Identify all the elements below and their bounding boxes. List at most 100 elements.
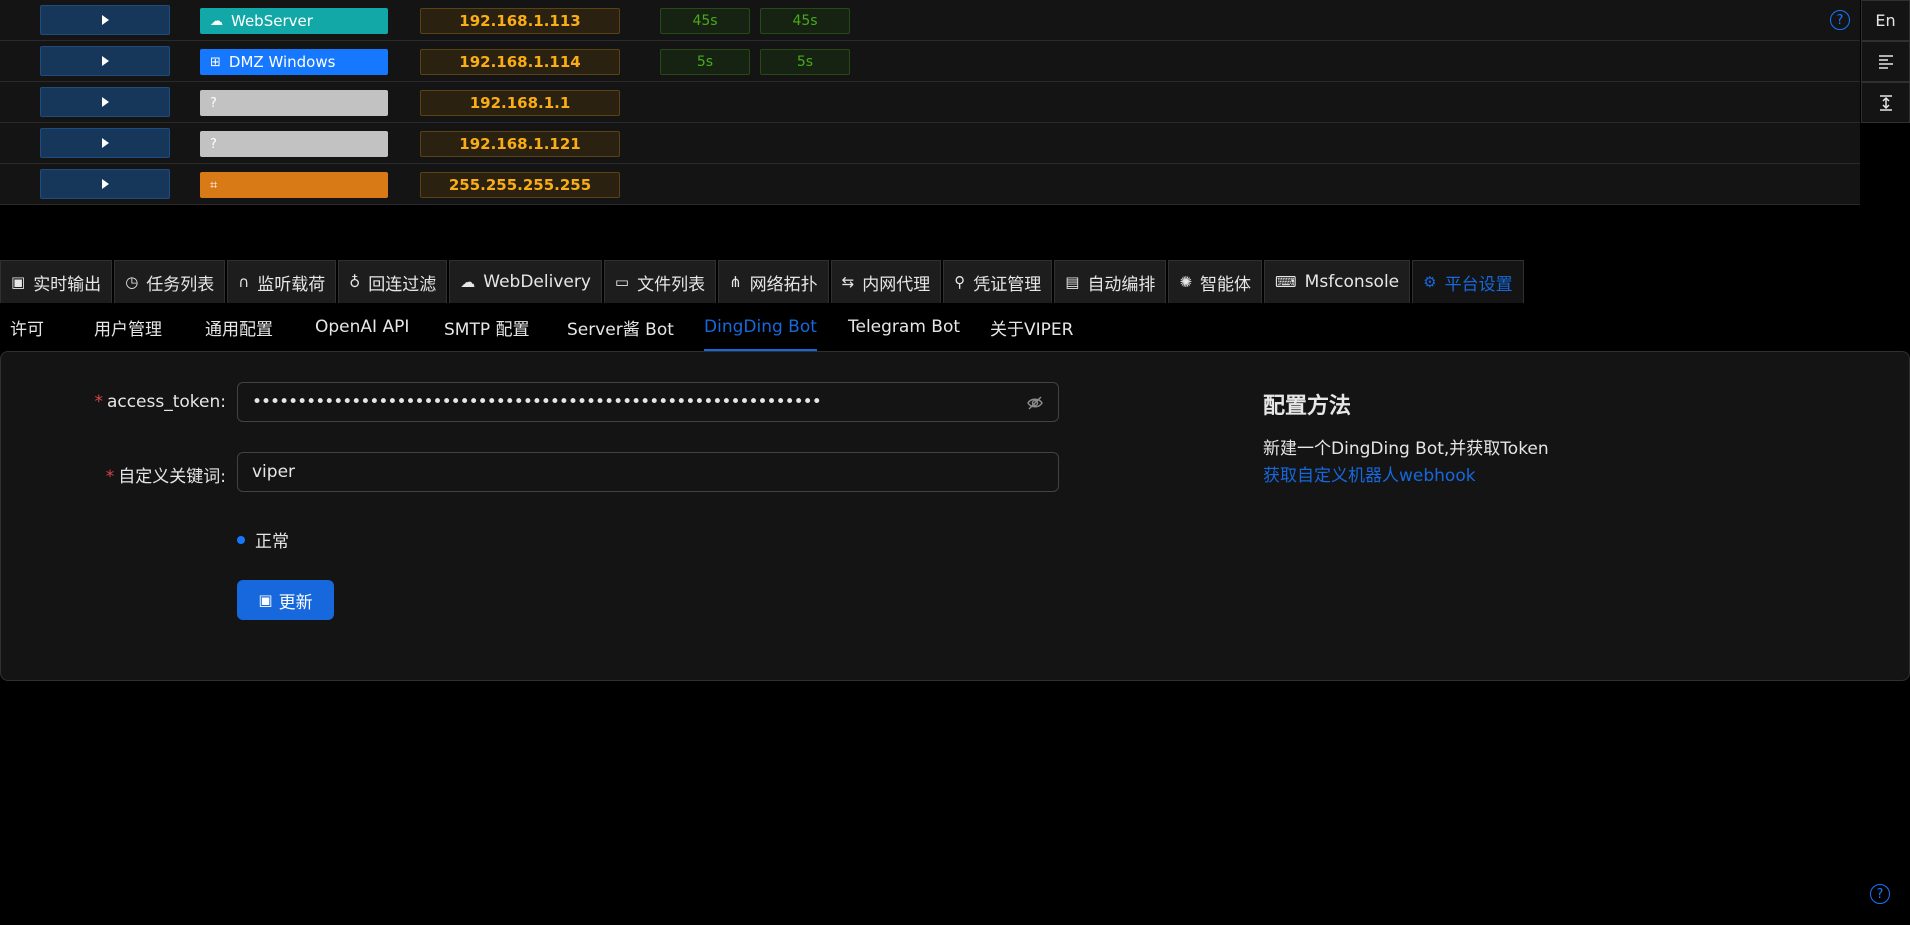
tab-task-list[interactable]: ◷ 任务列表 bbox=[114, 260, 226, 303]
ip-tag[interactable]: 255.255.255.255 bbox=[420, 172, 620, 198]
tab-auto-orchestration[interactable]: ▤ 自动编排 bbox=[1054, 260, 1167, 303]
language-toggle-button[interactable]: En bbox=[1861, 0, 1910, 41]
access-token-label: * access_token: bbox=[94, 392, 226, 412]
subtab-dingding-bot[interactable]: DingDing Bot bbox=[704, 303, 817, 351]
settings-sub-tabs: 许可 用户管理 通用配置 OpenAI API SMTP 配置 Server酱 … bbox=[0, 303, 1910, 351]
save-icon: ▣ bbox=[258, 591, 273, 609]
caret-right-icon bbox=[101, 15, 109, 25]
question-icon: ? bbox=[210, 95, 217, 111]
keyword-input[interactable]: viper bbox=[237, 452, 1059, 492]
required-mark: * bbox=[105, 467, 115, 487]
tab-credential-management[interactable]: ⚲ 凭证管理 bbox=[943, 260, 1053, 303]
tab-listener-payload[interactable]: ∩ 监听载荷 bbox=[227, 260, 337, 303]
tab-label: 平台设置 bbox=[1444, 274, 1513, 295]
ip-tag[interactable]: 192.168.1.121 bbox=[420, 131, 620, 157]
os-tag: ☁ WebServer bbox=[200, 8, 388, 34]
tab-agent[interactable]: ✺ 智能体 bbox=[1168, 260, 1263, 303]
access-token-input[interactable]: ••••••••••••••••••••••••••••••••••••••••… bbox=[237, 382, 1059, 422]
subtab-general-config[interactable]: 通用配置 bbox=[205, 303, 273, 351]
heartbeat-tag: 5s bbox=[660, 49, 750, 75]
host-table: ☁ WebServer 192.168.1.113 45s 45s ? ⊞ DM… bbox=[0, 0, 1860, 205]
right-toolbar: En bbox=[1861, 0, 1910, 123]
subtab-openai-api[interactable]: OpenAI API bbox=[315, 303, 409, 351]
keyword-label: * 自定义关键词: bbox=[105, 467, 226, 487]
headphones-icon: ∩ bbox=[238, 273, 250, 291]
expand-button[interactable] bbox=[40, 5, 170, 35]
os-tag: ⊞ DMZ Windows bbox=[200, 49, 388, 75]
vertical-align-icon[interactable] bbox=[1861, 82, 1910, 123]
subtab-smtp-config[interactable]: SMTP 配置 bbox=[444, 303, 530, 351]
gear-icon: ⚙ bbox=[1423, 273, 1437, 291]
windows-icon: ⊞ bbox=[210, 54, 221, 70]
subtab-telegram-bot[interactable]: Telegram Bot bbox=[848, 303, 960, 351]
robot-icon: ▤ bbox=[1065, 273, 1080, 291]
cloud-download-icon: ☁ bbox=[460, 273, 476, 291]
host-row: ⊞ DMZ Windows 192.168.1.114 5s 5s bbox=[0, 41, 1860, 82]
expand-button[interactable] bbox=[40, 46, 170, 76]
host-row: ? 192.168.1.1 bbox=[0, 82, 1860, 123]
cloud-icon: ☁ bbox=[210, 13, 223, 29]
tab-label: 智能体 bbox=[1200, 274, 1252, 295]
tab-network-topology[interactable]: ⋔ 网络拓扑 bbox=[718, 260, 829, 303]
expand-button[interactable] bbox=[40, 169, 170, 199]
os-tag: ⌗ bbox=[200, 172, 388, 198]
ip-tag[interactable]: 192.168.1.113 bbox=[420, 8, 620, 34]
os-tag-label: DMZ Windows bbox=[228, 53, 336, 71]
question-icon: ? bbox=[210, 136, 217, 152]
tab-realtime-output[interactable]: ▣ 实时输出 bbox=[0, 260, 113, 303]
tab-label: Msfconsole bbox=[1304, 272, 1400, 292]
caret-right-icon bbox=[101, 97, 109, 107]
topology-icon: ⋔ bbox=[729, 273, 742, 291]
tab-label: 文件列表 bbox=[637, 274, 706, 295]
tab-label: 凭证管理 bbox=[973, 274, 1042, 295]
webhook-help-link[interactable]: 获取自定义机器人webhook bbox=[1263, 461, 1476, 486]
tab-label: 网络拓扑 bbox=[749, 274, 818, 295]
code-icon: ⌨ bbox=[1275, 273, 1297, 291]
subtab-serverchan-bot[interactable]: Server酱 Bot bbox=[567, 303, 674, 351]
status-dot bbox=[237, 535, 245, 544]
ip-tag[interactable]: 192.168.1.1 bbox=[420, 90, 620, 116]
update-button[interactable]: ▣ 更新 bbox=[237, 580, 334, 620]
status-indicator: 正常 bbox=[237, 527, 289, 552]
main-tabs: ▣ 实时输出 ◷ 任务列表 ∩ 监听载荷 ♁ 回连过滤 ☁ WebDelivery ▭ 文件… bbox=[0, 260, 1526, 303]
tab-label: 监听载荷 bbox=[257, 274, 326, 295]
router-icon: ⌗ bbox=[210, 177, 218, 193]
host-row: ? 192.168.1.121 bbox=[0, 123, 1860, 164]
subtab-license[interactable]: 许可 bbox=[10, 303, 44, 351]
tab-webdelivery[interactable]: ☁ WebDelivery bbox=[449, 260, 602, 303]
folder-open-icon: ▭ bbox=[614, 273, 630, 291]
caret-right-icon bbox=[101, 138, 109, 148]
tab-label: WebDelivery bbox=[483, 272, 591, 292]
key-icon: ⚲ bbox=[954, 273, 966, 291]
tab-label: 自动编排 bbox=[1087, 274, 1156, 295]
tab-platform-settings[interactable]: ⚙ 平台设置 bbox=[1412, 260, 1524, 303]
subtab-about-viper[interactable]: 关于VIPER bbox=[990, 303, 1073, 351]
status-text: 正常 bbox=[255, 532, 289, 552]
expand-button[interactable] bbox=[40, 87, 170, 117]
caret-right-icon bbox=[101, 179, 109, 189]
tab-label: 回连过滤 bbox=[368, 274, 437, 295]
eye-invisible-icon[interactable] bbox=[1026, 394, 1044, 412]
tab-callback-filter[interactable]: ♁ 回连过滤 bbox=[338, 260, 448, 303]
tab-intranet-proxy[interactable]: ⇆ 内网代理 bbox=[830, 260, 942, 303]
expand-button[interactable] bbox=[40, 128, 170, 158]
host-row: ⌗ 255.255.255.255 bbox=[0, 164, 1860, 205]
align-left-icon[interactable] bbox=[1861, 41, 1910, 82]
tab-file-list[interactable]: ▭ 文件列表 bbox=[603, 260, 717, 303]
heartbeat-tag: 45s bbox=[760, 8, 850, 34]
proxy-icon: ⇆ bbox=[841, 273, 855, 291]
tab-label: 任务列表 bbox=[146, 274, 215, 295]
host-row: ☁ WebServer 192.168.1.113 45s 45s ? bbox=[0, 0, 1860, 41]
question-circle-icon[interactable]: ? bbox=[1870, 884, 1890, 904]
question-circle-icon[interactable]: ? bbox=[1830, 10, 1850, 30]
openai-icon: ✺ bbox=[1179, 273, 1193, 291]
config-method-description: 新建一个DingDing Bot,并获取Token bbox=[1263, 439, 1549, 459]
tab-msfconsole[interactable]: ⌨ Msfconsole bbox=[1264, 260, 1411, 303]
os-tag: ? bbox=[200, 90, 388, 116]
dingding-config-card: * access_token: •••••••••••••••••••••••••… bbox=[0, 351, 1910, 681]
tab-label: 内网代理 bbox=[862, 274, 931, 295]
heartbeat-tag: 45s bbox=[660, 8, 750, 34]
caret-right-icon bbox=[101, 56, 109, 66]
ip-tag[interactable]: 192.168.1.114 bbox=[420, 49, 620, 75]
subtab-user-management[interactable]: 用户管理 bbox=[94, 303, 162, 351]
